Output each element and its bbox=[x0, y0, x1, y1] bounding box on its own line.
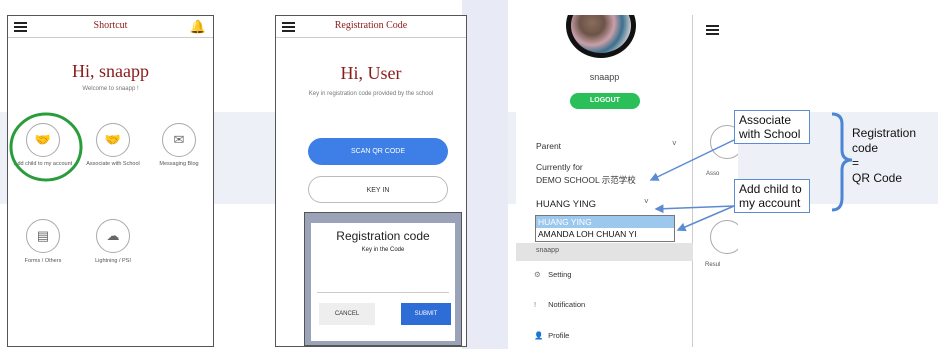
reg-eq-line-3: = bbox=[852, 156, 860, 170]
screenshot-stage: Shortcut 🔔 Hi, snaapp Welcome to snaapp … bbox=[0, 0, 938, 349]
reg-eq-line-2: code bbox=[852, 141, 879, 155]
annotation-arrows bbox=[649, 112, 853, 232]
reg-eq-line-1: Registration bbox=[852, 126, 917, 140]
reg-eq-line-4: QR Code bbox=[852, 171, 903, 185]
registration-equals-qr: Registration code = QR Code bbox=[852, 126, 916, 186]
